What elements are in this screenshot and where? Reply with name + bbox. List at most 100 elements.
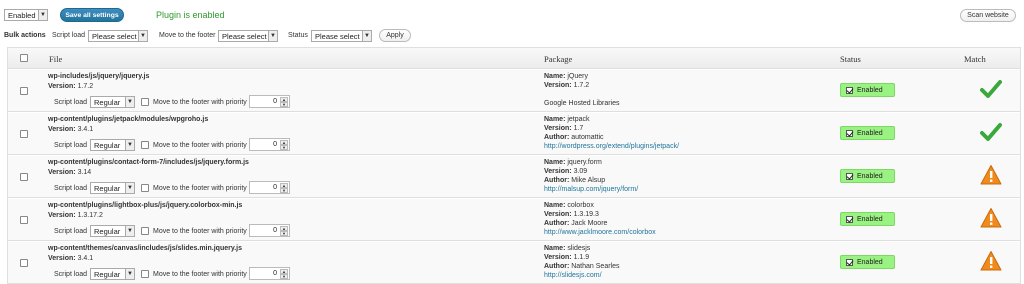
file-version: Version: 3.4.1 — [48, 255, 93, 262]
row-checkbox[interactable] — [20, 259, 28, 267]
script-load-select[interactable]: Regular ▼ — [90, 96, 135, 108]
arrow-down-icon[interactable]: ▼ — [280, 145, 288, 150]
package-name: Name: colorbox — [544, 202, 594, 209]
bulk-status-label: Status — [288, 32, 308, 39]
status-checkbox[interactable] — [846, 86, 853, 94]
bulk-script-load-select[interactable]: Please select ▼ — [88, 30, 148, 42]
package-url-link[interactable]: http://malsup.com/jquery/form/ — [544, 186, 638, 193]
row-checkbox[interactable] — [20, 173, 28, 181]
bulk-move-footer-select[interactable]: Please select ▼ — [218, 30, 278, 42]
move-footer-label: Move to the footer with priority — [153, 99, 247, 106]
priority-stepper[interactable]: 0 ▲ ▼ — [249, 95, 290, 108]
script-load-select[interactable]: Regular ▼ — [90, 225, 135, 237]
file-path: wp-content/plugins/jetpack/modules/wpgro… — [48, 116, 209, 123]
priority-stepper[interactable]: 0 ▲ ▼ — [249, 181, 290, 194]
package-version-value: 1.7.2 — [573, 82, 590, 89]
package-author: Author: Jack Moore — [544, 220, 607, 227]
priority-stepper[interactable]: 0 ▲ ▼ — [249, 138, 290, 151]
package-version-label: Version: — [544, 82, 572, 89]
status-checkbox[interactable] — [846, 129, 853, 137]
bulk-status-select[interactable]: Please select ▼ — [311, 30, 372, 42]
move-footer-label: Move to the footer with priority — [153, 228, 247, 235]
scripts-table: File Package Status Match wp-includes/js… — [7, 47, 1021, 284]
bulk-actions-label: Bulk actions — [4, 32, 46, 39]
arrow-down-icon[interactable]: ▼ — [280, 188, 288, 193]
script-load-select[interactable]: Regular ▼ — [90, 182, 135, 194]
status-enabled-toggle[interactable]: Enabled — [840, 83, 895, 97]
status-checkbox[interactable] — [846, 215, 853, 223]
script-load-select[interactable]: Regular ▼ — [90, 268, 135, 280]
priority-spinner[interactable]: ▲ ▼ — [280, 97, 288, 107]
package-name: Name: slidesjs — [544, 245, 590, 252]
scan-website-button[interactable]: Scan website — [960, 9, 1016, 22]
priority-value: 0 — [273, 227, 277, 234]
package-name-value: jQuery — [567, 73, 588, 80]
script-load-select[interactable]: Regular ▼ — [90, 139, 135, 151]
file-version-value: 1.3.17.2 — [77, 212, 103, 219]
table-row: wp-content/plugins/contact-form-7/includ… — [8, 156, 1020, 198]
move-footer-checkbox[interactable] — [141, 184, 149, 192]
status-label: Enabled — [857, 86, 883, 94]
status-checkbox[interactable] — [846, 258, 853, 266]
package-version-value: 1.1.9 — [573, 254, 590, 261]
status-enabled-toggle[interactable]: Enabled — [840, 126, 895, 140]
row-checkbox[interactable] — [20, 216, 28, 224]
status-label: Enabled — [857, 172, 883, 180]
priority-spinner[interactable]: ▲ ▼ — [280, 226, 288, 236]
package-name-label: Name: — [544, 159, 566, 166]
select-all-checkbox[interactable] — [20, 54, 28, 62]
apply-button[interactable]: Apply — [379, 29, 411, 42]
package-name-label: Name: — [544, 245, 566, 252]
priority-stepper[interactable]: 0 ▲ ▼ — [249, 224, 290, 237]
status-label: Enabled — [857, 215, 883, 223]
move-footer-checkbox[interactable] — [141, 98, 149, 106]
move-footer-checkbox[interactable] — [141, 141, 149, 149]
package-version-label: Version: — [544, 211, 572, 218]
package-url-link[interactable]: http://wordpress.org/extend/plugins/jetp… — [544, 143, 679, 150]
row-checkbox[interactable] — [20, 130, 28, 138]
file-version: Version: 3.14 — [48, 169, 91, 176]
arrow-down-icon[interactable]: ▼ — [280, 274, 288, 279]
package-version-value: 1.3.19.3 — [573, 211, 599, 218]
package-version-value: 3.09 — [573, 168, 588, 175]
priority-stepper[interactable]: 0 ▲ ▼ — [249, 267, 290, 280]
match-column-header: Match — [964, 54, 986, 64]
package-author: Author: Mike Alsup — [544, 177, 605, 184]
package-name: Name: jetpack — [544, 116, 590, 123]
row-checkbox[interactable] — [20, 87, 28, 95]
package-author: Author: Nathan Searles — [544, 263, 620, 270]
priority-spinner[interactable]: ▲ ▼ — [280, 269, 288, 279]
file-path: wp-content/plugins/contact-form-7/includ… — [48, 159, 249, 166]
package-url-link[interactable]: http://www.jacklmoore.com/colorbox — [544, 229, 656, 236]
priority-value: 0 — [273, 270, 277, 277]
package-url-link[interactable]: http://slidesjs.com/ — [544, 272, 602, 279]
arrow-down-icon[interactable]: ▼ — [280, 231, 288, 236]
file-path: wp-content/themes/canvas/includes/js/sli… — [48, 245, 242, 252]
chevron-down-icon: ▼ — [125, 183, 134, 193]
file-version-value: 1.7.2 — [77, 83, 94, 90]
script-load-label: Script load — [54, 142, 88, 149]
status-enabled-toggle[interactable]: Enabled — [840, 169, 895, 183]
save-all-settings-button[interactable]: Save all settings — [60, 8, 124, 22]
priority-spinner[interactable]: ▲ ▼ — [280, 140, 288, 150]
warning-icon — [980, 251, 1002, 271]
file-version: Version: 1.7.2 — [48, 83, 93, 90]
chevron-down-icon: ▼ — [125, 140, 134, 150]
status-column-header: Status — [840, 54, 861, 64]
status-enabled-toggle[interactable]: Enabled — [840, 255, 895, 269]
check-icon — [980, 80, 1002, 98]
script-load-value: Regular — [94, 269, 121, 279]
plugin-enabled-select[interactable]: Enabled ▼ — [4, 9, 48, 21]
bulk-script-load-value: Please select — [92, 31, 137, 41]
package-column-header: Package — [544, 54, 573, 64]
status-checkbox[interactable] — [846, 172, 853, 180]
arrow-down-icon[interactable]: ▼ — [280, 102, 288, 107]
move-footer-checkbox[interactable] — [141, 270, 149, 278]
status-label: Enabled — [857, 258, 883, 266]
priority-spinner[interactable]: ▲ ▼ — [280, 183, 288, 193]
script-load-label: Script load — [54, 185, 88, 192]
table-row: wp-content/plugins/jetpack/modules/wpgro… — [8, 113, 1020, 155]
move-footer-checkbox[interactable] — [141, 227, 149, 235]
package-name-value: slidesjs — [567, 245, 591, 252]
status-enabled-toggle[interactable]: Enabled — [840, 212, 895, 226]
